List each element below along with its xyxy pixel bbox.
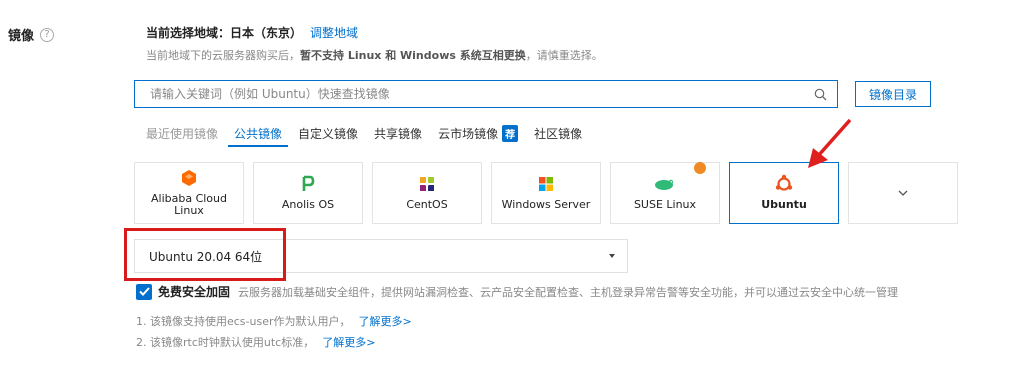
region-line: 当前选择地域：日本（东京） 调整地域 bbox=[146, 24, 358, 41]
tab-recent-images[interactable]: 最近使用镜像 bbox=[146, 122, 218, 144]
caret-down-icon bbox=[609, 254, 615, 258]
tab-community-images[interactable]: 社区镜像 bbox=[534, 122, 582, 144]
learn-more-link[interactable]: 了解更多> bbox=[322, 334, 375, 350]
tab-label: 云市场镜像 bbox=[438, 126, 499, 141]
alibaba-cloud-icon bbox=[180, 169, 198, 187]
image-search-input[interactable] bbox=[150, 87, 803, 101]
image-type-tabs: 最近使用镜像 公共镜像 自定义镜像 共享镜像 云市场镜像荐 社区镜像 bbox=[146, 122, 582, 147]
os-card-label: Ubuntu bbox=[761, 198, 807, 211]
current-region-label: 当前选择地域：日本（东京） bbox=[146, 26, 303, 40]
tab-label: 共享镜像 bbox=[374, 126, 423, 141]
tab-label: 最近使用镜像 bbox=[146, 126, 219, 141]
centos-icon bbox=[418, 175, 436, 193]
tab-marketplace-images[interactable]: 云市场镜像荐 bbox=[438, 122, 519, 144]
tab-label: 社区镜像 bbox=[534, 126, 583, 141]
recommended-badge: 荐 bbox=[502, 124, 519, 142]
os-card-label: Windows Server bbox=[501, 198, 591, 211]
tab-label: 公共镜像 bbox=[234, 126, 283, 141]
os-card-label: SUSE Linux bbox=[633, 198, 697, 211]
os-card-label: CentOS bbox=[406, 198, 448, 211]
note-rtc-clock: 2. 该镜像rtc时钟默认使用utc标准， 了解更多> bbox=[136, 334, 375, 350]
note-text: 2. 该镜像rtc时钟默认使用utc标准， bbox=[136, 336, 315, 349]
image-catalog-button[interactable]: 镜像目录 bbox=[855, 81, 931, 107]
help-icon[interactable]: ? bbox=[40, 27, 55, 42]
os-card-label: Alibaba Cloud Linux bbox=[150, 192, 227, 217]
security-hardening-description: 云服务器加载基础安全组件，提供网站漏洞检查、云产品安全配置检查、主机登录异常告警… bbox=[238, 285, 899, 299]
ubuntu-icon bbox=[774, 174, 794, 193]
tab-shared-images[interactable]: 共享镜像 bbox=[374, 122, 422, 144]
os-card-more[interactable] bbox=[848, 162, 958, 224]
image-version-value: Ubuntu 20.04 64位 bbox=[149, 249, 263, 264]
tab-custom-images[interactable]: 自定义镜像 bbox=[298, 122, 358, 144]
adjust-region-link[interactable]: 调整地域 bbox=[310, 24, 358, 41]
security-hardening-label: 免费安全加固 bbox=[158, 285, 231, 299]
tab-public-images[interactable]: 公共镜像 bbox=[228, 122, 289, 147]
region-note-bold: 暂不支持 Linux 和 Windows 系统互相更换 bbox=[300, 49, 526, 62]
anolis-icon bbox=[301, 175, 315, 193]
security-hardening-checkbox[interactable] bbox=[136, 283, 152, 300]
os-card-alibaba-cloud-linux[interactable]: Alibaba Cloud Linux bbox=[134, 162, 244, 224]
region-note-suffix: ，请慎重选择。 bbox=[525, 49, 603, 62]
image-search-box bbox=[134, 80, 838, 108]
image-section-title: 镜像 bbox=[8, 29, 35, 44]
os-card-centos[interactable]: CentOS bbox=[372, 162, 482, 224]
security-hardening-row: 免费安全加固 云服务器加载基础安全组件，提供网站漏洞检查、云产品安全配置检查、主… bbox=[136, 283, 898, 300]
region-note-prefix: 当前地域下的云服务器购买后， bbox=[146, 49, 300, 62]
os-card-anolis-os[interactable]: Anolis OS bbox=[253, 162, 363, 224]
tab-label: 自定义镜像 bbox=[298, 126, 359, 141]
image-version-select[interactable]: Ubuntu 20.04 64位 bbox=[134, 239, 628, 273]
windows-icon bbox=[538, 175, 554, 193]
image-section-label: 镜像 ? bbox=[8, 25, 55, 44]
note-default-user: 1. 该镜像支持使用ecs-user作为默认用户， 了解更多> bbox=[136, 313, 412, 329]
note-text: 1. 该镜像支持使用ecs-user作为默认用户， bbox=[136, 315, 351, 328]
promo-badge-icon bbox=[694, 162, 706, 174]
os-card-label: Anolis OS bbox=[281, 198, 335, 211]
os-card-suse-linux[interactable]: SUSE Linux bbox=[610, 162, 720, 224]
suse-icon bbox=[654, 175, 676, 193]
search-icon[interactable] bbox=[803, 88, 837, 101]
chevron-down-icon bbox=[898, 187, 908, 199]
os-card-windows-server[interactable]: Windows Server bbox=[491, 162, 601, 224]
learn-more-link[interactable]: 了解更多> bbox=[359, 313, 412, 329]
region-note: 当前地域下的云服务器购买后，暂不支持 Linux 和 Windows 系统互相更… bbox=[146, 47, 603, 63]
os-card-ubuntu[interactable]: Ubuntu bbox=[729, 162, 839, 224]
